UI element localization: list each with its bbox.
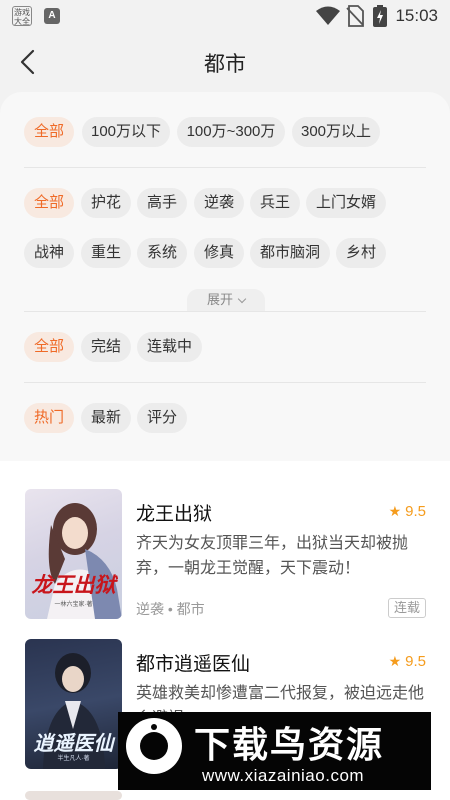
game-app-notification-icon: 游戏大全 — [12, 6, 32, 26]
filter-category-all[interactable]: 全部 — [24, 188, 74, 218]
divider — [24, 311, 426, 312]
chevron-down-icon — [237, 294, 247, 304]
book-cover[interactable] — [25, 791, 122, 800]
book-cover[interactable]: 龙王出狱 一林六宝家·著 — [25, 489, 122, 619]
filter-category-dushi-naodong[interactable]: 都市脑洞 — [250, 238, 330, 268]
filter-category-bing-wang[interactable]: 兵王 — [250, 188, 300, 218]
cover-title: 龙王出狱 — [31, 574, 116, 597]
star-icon: ★ — [388, 653, 402, 669]
cover-title: 逍遥医仙 — [33, 733, 114, 755]
star-icon: ★ — [388, 503, 402, 519]
app-notification-icon: A — [44, 8, 60, 24]
book-cover[interactable]: 逍遥医仙 半生凡人·著 — [25, 639, 122, 769]
filter-category-chong-sheng[interactable]: 重生 — [81, 238, 131, 268]
watermark-banner: 下载鸟资源 www.xiazainiao.com — [118, 712, 431, 790]
status-bar: 游戏大全 A 15:03 — [0, 0, 450, 32]
expand-categories-button[interactable]: 展开 — [187, 289, 265, 311]
filter-category-shang-men-nv-xu[interactable]: 上门女婿 — [306, 188, 386, 218]
filter-status-ongoing[interactable]: 连载中 — [137, 332, 202, 362]
cover-author: 一林六宝家·著 — [54, 602, 93, 608]
rating-value: 9.5 — [405, 653, 426, 670]
filter-category-gao-shou[interactable]: 高手 — [137, 188, 187, 218]
filter-status-all[interactable]: 全部 — [24, 332, 74, 362]
watermark-text: 下载鸟资源 — [194, 724, 385, 765]
filter-status-completed[interactable]: 完结 — [81, 332, 131, 362]
sort-newest[interactable]: 最新 — [81, 403, 131, 433]
divider — [24, 167, 426, 168]
divider — [24, 382, 426, 383]
book-rating: ★ 9.5 — [389, 653, 426, 670]
top-nav-bar: 都市 — [0, 32, 450, 92]
filter-wordcount-under-1m[interactable]: 100万以下 — [82, 117, 170, 147]
book-description: 齐天为女友顶罪三年，出狱当天却被抛弃，一朝龙王觉醒，天下震动！ — [136, 535, 409, 577]
page-title: 都市 — [204, 53, 246, 76]
watermark-url: www.xiazainiao.com — [202, 766, 365, 785]
watermark-logo-icon — [126, 718, 182, 774]
book-title[interactable]: 龙王出狱 — [136, 499, 212, 526]
clock: 15:03 — [395, 6, 438, 25]
filter-category-xiu-zhen[interactable]: 修真 — [194, 238, 244, 268]
filter-panel: 全部 100万以下 100万~300万 300万以上 全部 护花 高手 逆袭 兵… — [0, 92, 450, 461]
filter-category-xi-tong[interactable]: 系统 — [137, 238, 187, 268]
sort-rating[interactable]: 评分 — [137, 403, 187, 433]
expand-label: 展开 — [206, 292, 233, 307]
filter-category-zhan-shen[interactable]: 战神 — [24, 238, 74, 268]
cover-author: 半生凡人·著 — [57, 756, 90, 762]
filter-wordcount-1m-3m[interactable]: 100万~300万 — [177, 117, 285, 147]
filter-category-ni-xi[interactable]: 逆袭 — [194, 188, 244, 218]
filter-category-hu-hua[interactable]: 护花 — [81, 188, 131, 218]
book-status-badge: 连载 — [387, 598, 426, 618]
book-tags: 逆袭 • 都市 — [136, 601, 205, 617]
sort-popular[interactable]: 热门 — [24, 403, 74, 433]
filter-wordcount-all[interactable]: 全部 — [24, 117, 74, 147]
book-rating: ★ 9.5 — [389, 503, 426, 520]
wifi-icon — [316, 6, 340, 25]
battery-charging-icon — [373, 5, 387, 27]
book-item[interactable]: 龙王出狱 一林六宝家·著 龙王出狱 ★ 9.5 齐天为女友顶罪三年，出狱当天却被抛… — [0, 489, 450, 629]
rating-value: 9.5 — [405, 503, 426, 520]
filter-category-xiang-cun[interactable]: 乡村 — [336, 238, 386, 268]
book-title[interactable]: 都市逍遥医仙 — [136, 649, 250, 676]
no-sim-icon — [346, 5, 364, 27]
filter-wordcount-over-3m[interactable]: 300万以上 — [292, 117, 380, 147]
